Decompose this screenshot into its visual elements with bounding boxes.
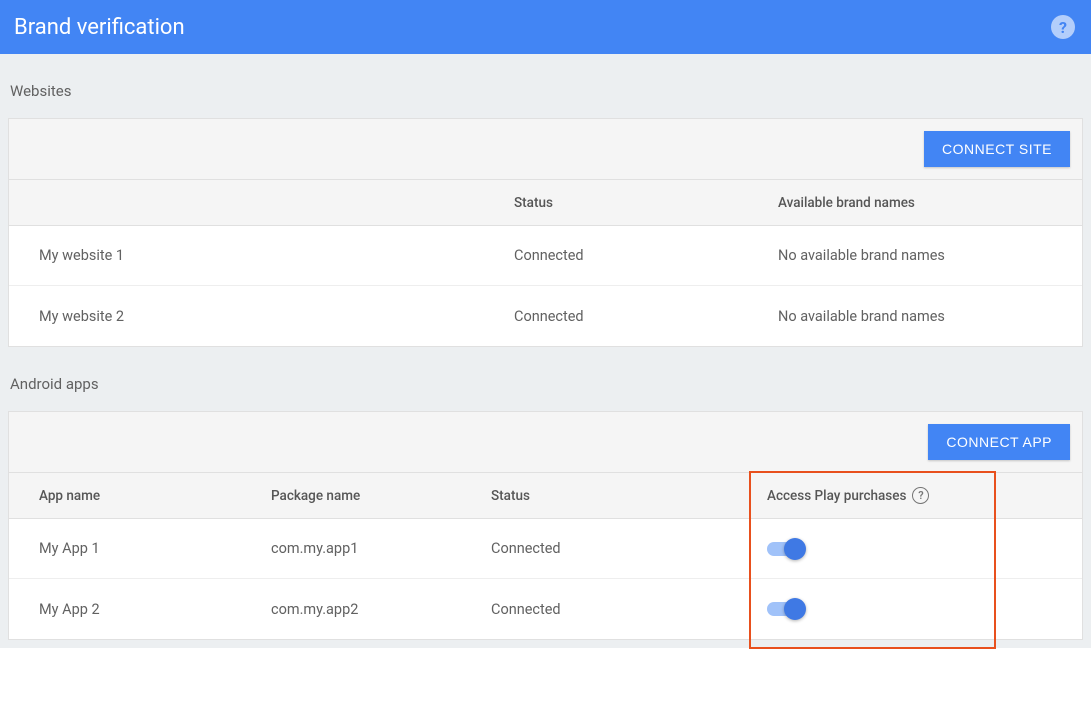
apps-col-access-label: Access Play purchases [767,488,906,504]
website-status: Connected [514,308,778,325]
apps-col-app: App name [9,488,271,504]
websites-table-header: Status Available brand names [9,180,1082,226]
access-toggle[interactable] [767,598,805,620]
connect-app-button[interactable]: CONNECT APP [928,424,1070,460]
website-brand: No available brand names [778,247,1082,264]
apps-card: CONNECT APP App name Package name Status… [8,411,1083,640]
access-toggle[interactable] [767,538,805,560]
websites-col-brand: Available brand names [778,195,1082,211]
website-status: Connected [514,247,778,264]
connect-site-button[interactable]: CONNECT SITE [924,131,1070,167]
apps-col-status: Status [491,488,747,504]
website-name: My website 1 [9,247,514,264]
table-row: My website 1 Connected No available bran… [9,226,1082,286]
website-name: My website 2 [9,308,514,325]
app-name: My App 2 [9,601,271,618]
page-header: Brand verification ? [0,0,1091,54]
websites-card: CONNECT SITE Status Available brand name… [8,118,1083,347]
website-brand: No available brand names [778,308,1082,325]
websites-col-status: Status [514,195,778,211]
table-row: My App 1 com.my.app1 Connected [9,519,1082,579]
apps-col-access: Access Play purchases ? [747,487,1082,504]
table-row: My App 2 com.my.app2 Connected [9,579,1082,639]
app-status: Connected [491,540,747,557]
apps-table-header: App name Package name Status Access Play… [9,473,1082,519]
help-icon[interactable]: ? [1051,15,1075,39]
apps-section-label: Android apps [8,347,1083,411]
app-status: Connected [491,601,747,618]
app-name: My App 1 [9,540,271,557]
app-package: com.my.app1 [271,540,491,557]
page-title: Brand verification [14,15,185,40]
apps-col-package: Package name [271,488,491,504]
table-row: My website 2 Connected No available bran… [9,286,1082,346]
app-package: com.my.app2 [271,601,491,618]
websites-section-label: Websites [8,54,1083,118]
access-help-icon[interactable]: ? [912,487,929,504]
